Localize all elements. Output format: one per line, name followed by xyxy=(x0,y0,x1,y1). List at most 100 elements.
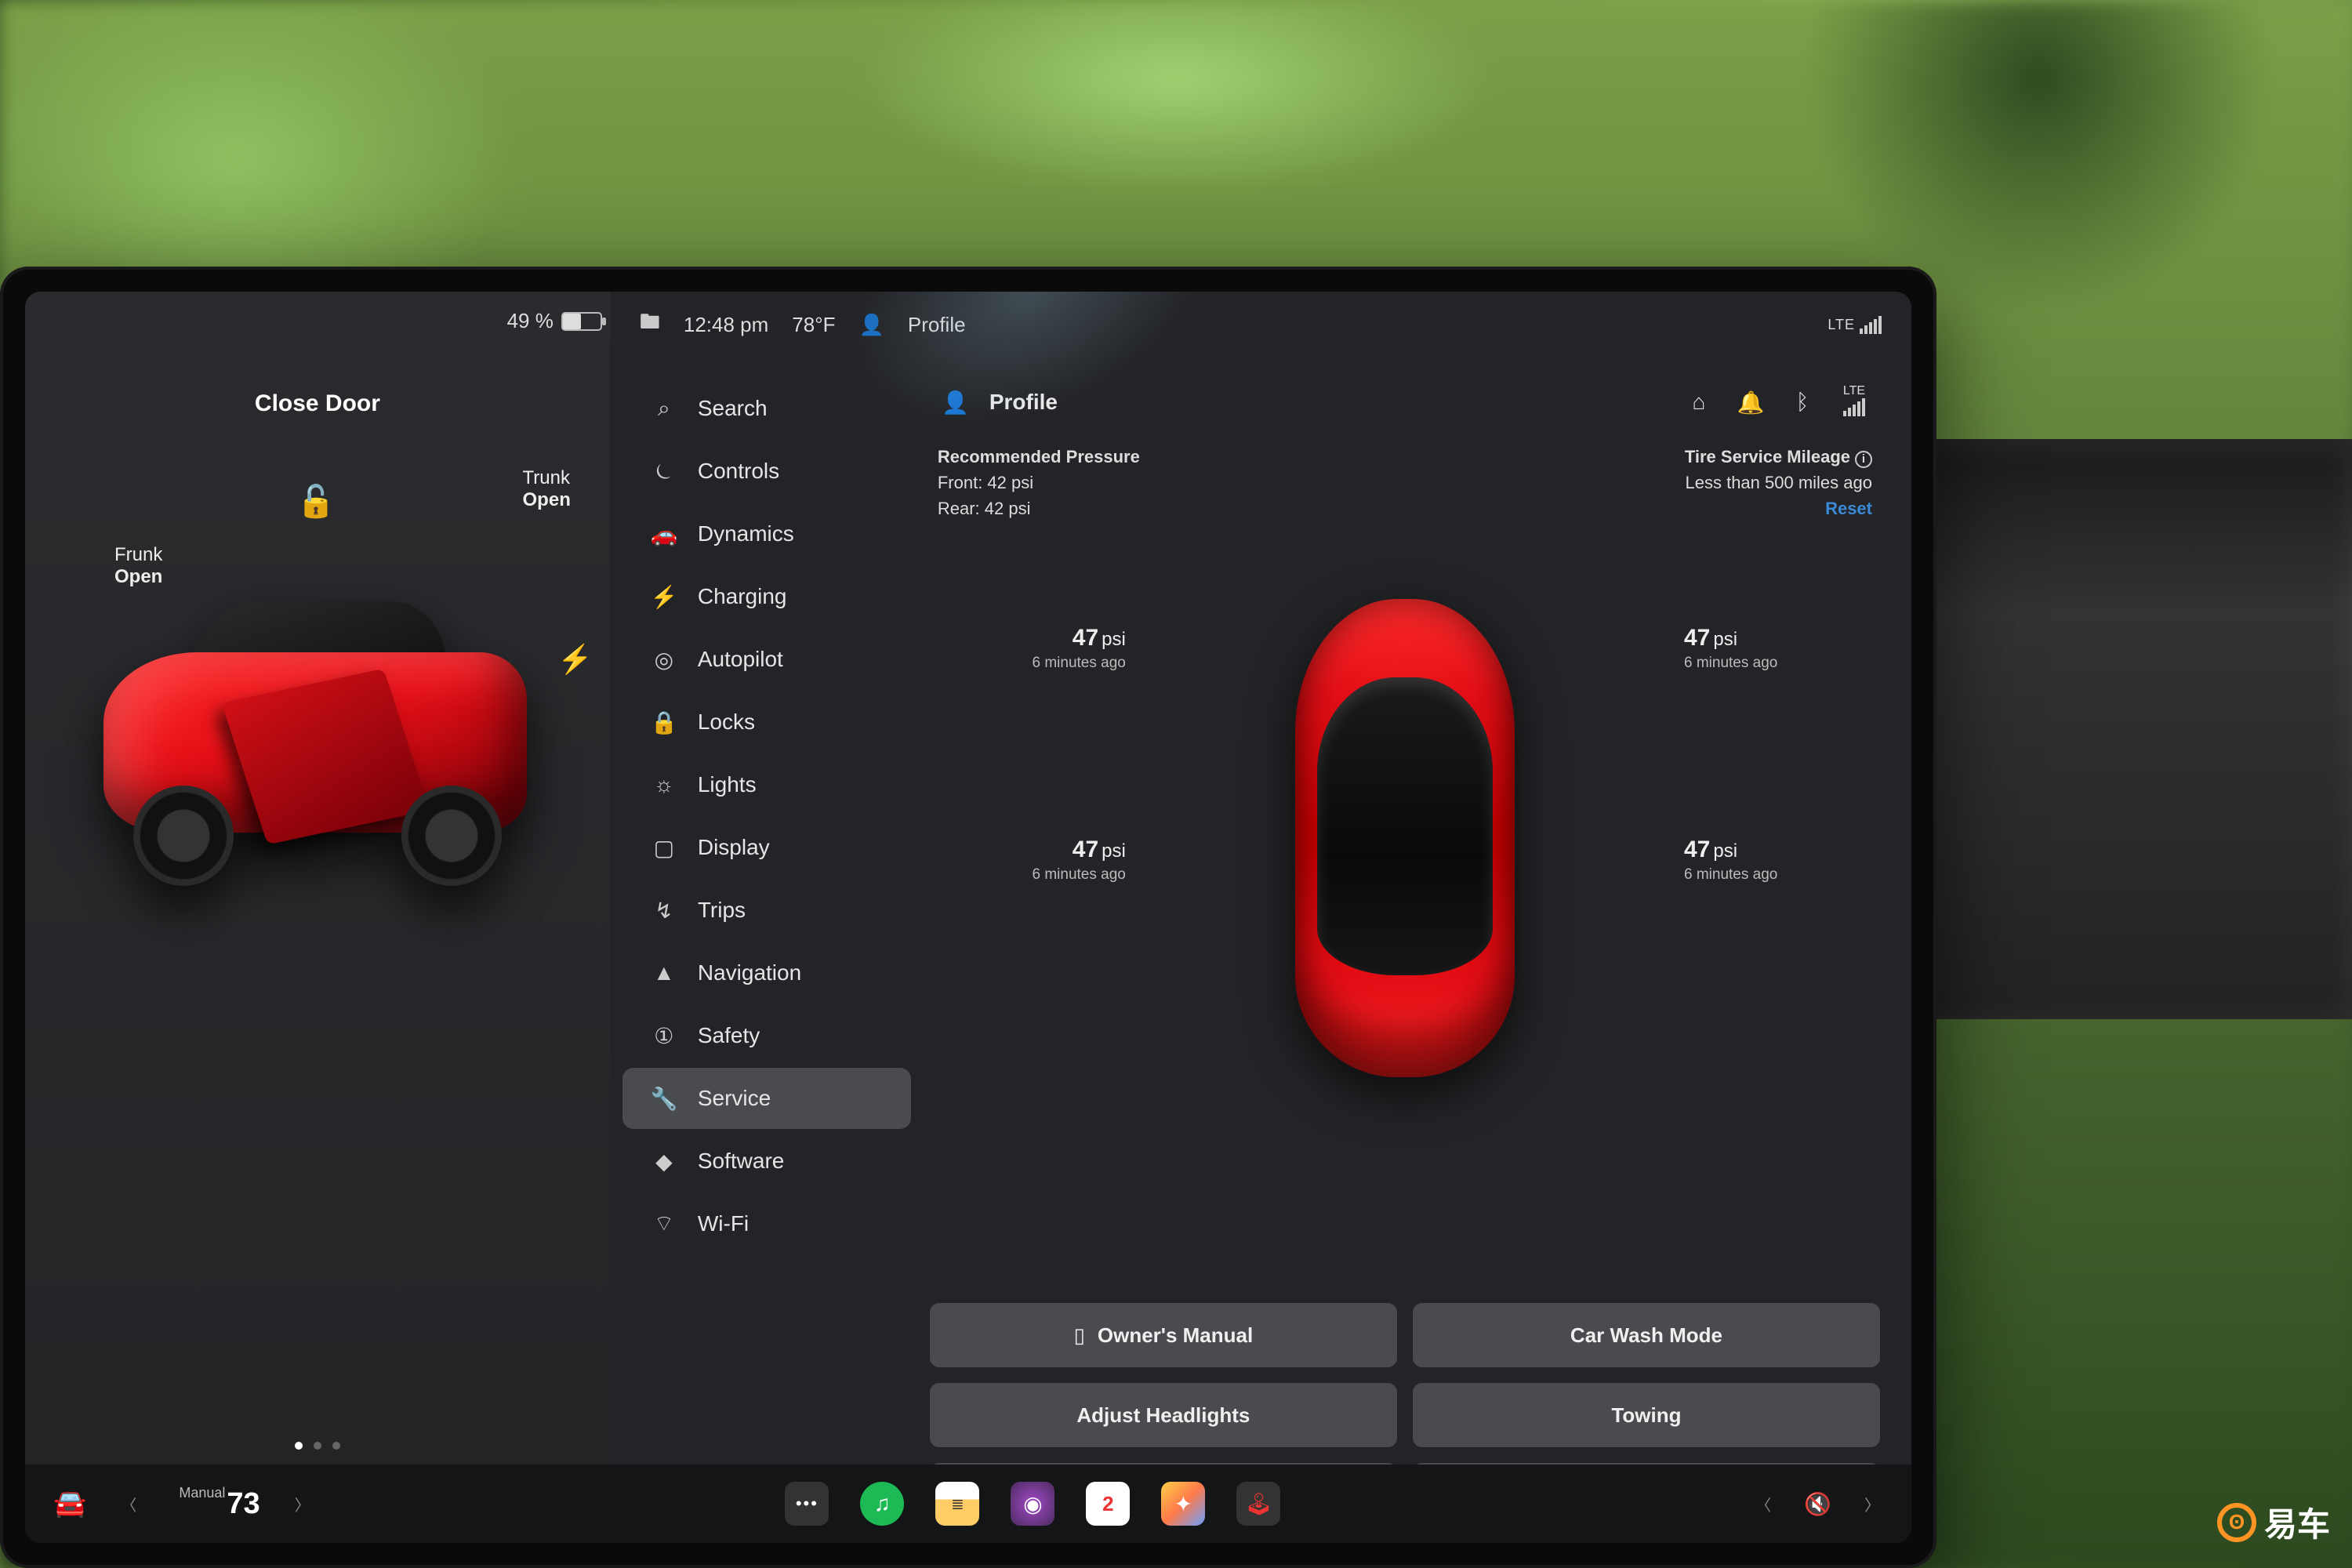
dashboard-surface xyxy=(1866,439,2352,1019)
lights-icon: ☼ xyxy=(651,772,677,797)
rec-front: Front: 42 psi xyxy=(938,470,1140,495)
creative-app-icon[interactable]: ✦ xyxy=(1161,1482,1205,1526)
charging-icon: ⚡ xyxy=(651,584,677,610)
sidebar-item-locks[interactable]: 🔒Locks xyxy=(622,691,911,753)
sidebar-item-label: Search xyxy=(698,396,768,421)
charge-bolt-icon[interactable]: ⚡ xyxy=(557,643,593,676)
vol-down-icon[interactable]: 〈 xyxy=(1752,1493,1774,1515)
settings-pane: 🖿 12:48 pm 78°F 👤 Profile LTE ⌕ Search ⏾Co… xyxy=(610,292,1911,1543)
tire-pressure-diagram: 47psi 6 minutes ago 47psi 6 minutes ago … xyxy=(930,539,1880,1287)
tire-front-right: 47psi 6 minutes ago xyxy=(1684,625,1817,672)
sidebar-item-label: Service xyxy=(698,1086,771,1111)
profile-label[interactable]: Profile xyxy=(989,390,1058,415)
signal-icon[interactable]: LTE xyxy=(1836,384,1872,420)
arcade-icon[interactable]: 🕹 xyxy=(1236,1482,1280,1526)
navigation-icon: ▲ xyxy=(651,960,677,985)
display-icon: ▢ xyxy=(651,835,677,861)
sidebar-item-service[interactable]: 🔧 Service xyxy=(622,1068,911,1129)
search-icon: ⌕ xyxy=(651,396,677,422)
climate-value: 73 xyxy=(227,1487,260,1521)
service-icon: 🔧 xyxy=(651,1086,677,1112)
folder-icon[interactable]: 🖿 xyxy=(640,307,660,342)
safety-icon: ① xyxy=(651,1023,677,1049)
person-icon[interactable]: 👤 xyxy=(858,313,884,337)
trunk-callout[interactable]: Trunk Open xyxy=(523,467,571,511)
sidebar-item-label: Lights xyxy=(698,772,757,797)
sidebar-item-label: Autopilot xyxy=(698,647,783,672)
home-icon[interactable]: ⌂ xyxy=(1681,390,1717,415)
bell-icon[interactable]: 🔔 xyxy=(1733,390,1769,416)
temp-down-icon[interactable]: 〈 xyxy=(118,1493,140,1515)
battery-status: 49 % xyxy=(507,309,602,333)
rec-title: Recommended Pressure xyxy=(938,444,1140,470)
sidebar-item-software[interactable]: ◆Software xyxy=(622,1131,911,1192)
trips-icon: ↯ xyxy=(651,898,677,924)
vol-up-icon[interactable]: 〉 xyxy=(1861,1493,1883,1515)
sidebar-item-display[interactable]: ▢ Display xyxy=(622,817,911,878)
trunk-label: Trunk xyxy=(523,467,570,488)
reset-link[interactable]: Reset xyxy=(1685,495,1872,521)
sidebar-item-controls[interactable]: ⏾Controls xyxy=(622,441,911,502)
sidebar-item-label: Charging xyxy=(698,584,787,609)
locks-icon: 🔒 xyxy=(651,710,677,735)
temp-up-icon[interactable]: 〉 xyxy=(292,1493,314,1515)
wi-fi-icon: ⌔ xyxy=(651,1210,677,1238)
adjust-headlights-button[interactable]: Adjust Headlights xyxy=(930,1383,1397,1447)
camera-app-icon[interactable]: ◉ xyxy=(1011,1482,1054,1526)
calendar-app-icon[interactable]: 2 xyxy=(1086,1482,1130,1526)
dock-right-icons: 〈 🔇 〉 xyxy=(1752,1491,1883,1517)
spotify-icon[interactable]: ♫ xyxy=(860,1482,904,1526)
climate-temp[interactable]: Manual 73 xyxy=(179,1487,260,1521)
sidebar-item-wi-fi[interactable]: ⌔Wi-Fi xyxy=(622,1193,911,1254)
service-panel: 👤 Profile ⌂ 🔔 ᛒ LTE Recommended Pressure… xyxy=(924,358,1911,1543)
unlock-icon[interactable]: 🔓 xyxy=(296,483,336,520)
sidebar-item-charging[interactable]: ⚡ Charging xyxy=(622,566,911,627)
info-icon[interactable]: i xyxy=(1855,451,1872,468)
volume-mute-icon[interactable]: 🔇 xyxy=(1804,1491,1831,1517)
controls-icon: ⏾ xyxy=(651,459,677,485)
sidebar-item-label: Display xyxy=(698,835,770,860)
app-drawer-icon[interactable]: ••• xyxy=(785,1482,829,1526)
book-icon: ▯ xyxy=(1074,1323,1085,1348)
svc-title: Tire Service Mileage xyxy=(1685,447,1850,466)
person-icon[interactable]: 👤 xyxy=(938,390,974,416)
car-3d-view[interactable]: 🔓 ⚡ Frunk Open Trunk Open xyxy=(25,441,610,1432)
battery-pct: 49 % xyxy=(507,309,554,333)
tire-front-left: 47psi 6 minutes ago xyxy=(993,625,1126,672)
clock: 12:48 pm xyxy=(684,313,768,337)
car-top-render xyxy=(1295,599,1515,1077)
sidebar-item-trips[interactable]: ↯Trips xyxy=(622,880,911,941)
pressure-info-row: Recommended Pressure Front: 42 psi Rear:… xyxy=(930,444,1880,531)
page-dots[interactable] xyxy=(25,1442,610,1450)
car-wash-button[interactable]: Car Wash Mode xyxy=(1413,1303,1880,1367)
tire-rear-left: 47psi 6 minutes ago xyxy=(993,837,1126,884)
profile-top-label[interactable]: Profile xyxy=(908,313,966,337)
touchscreen-bezel: 49 % Close Door 🔓 ⚡ Frunk Open Trunk Ope… xyxy=(0,267,1936,1568)
watermark-icon: ʘ xyxy=(2217,1503,2256,1542)
software-icon: ◆ xyxy=(651,1149,677,1174)
battery-icon xyxy=(561,312,602,331)
car-dock-icon[interactable]: 🚘 xyxy=(53,1488,86,1519)
network-status: LTE xyxy=(1828,316,1882,334)
car-render xyxy=(72,558,558,919)
tire-service-mileage: Tire Service Mileagei Less than 500 mile… xyxy=(1685,444,1872,521)
rec-rear: Rear: 42 psi xyxy=(938,495,1140,521)
autopilot-icon: ◎ xyxy=(651,647,677,673)
sidebar-item-navigation[interactable]: ▲ Navigation xyxy=(622,942,911,1004)
notes-app-icon[interactable]: ≣ xyxy=(935,1482,979,1526)
bluetooth-icon[interactable]: ᛒ xyxy=(1784,390,1820,415)
sidebar-item-lights[interactable]: ☼ Lights xyxy=(622,754,911,815)
top-bar: 🖿 12:48 pm 78°F 👤 Profile LTE xyxy=(610,292,1911,358)
sidebar-item-search[interactable]: ⌕ Search xyxy=(622,378,911,439)
touchscreen: 49 % Close Door 🔓 ⚡ Frunk Open Trunk Ope… xyxy=(25,292,1911,1543)
sidebar-item-autopilot[interactable]: ◎ Autopilot xyxy=(622,629,911,690)
sidebar-item-dynamics[interactable]: 🚗Dynamics xyxy=(622,503,911,564)
towing-button[interactable]: Towing xyxy=(1413,1383,1880,1447)
close-door-label[interactable]: Close Door xyxy=(25,390,610,417)
sidebar-item-label: Navigation xyxy=(698,960,801,985)
vehicle-pane: 49 % Close Door 🔓 ⚡ Frunk Open Trunk Ope… xyxy=(25,292,610,1543)
owners-manual-button[interactable]: ▯Owner's Manual xyxy=(930,1303,1397,1367)
dock: 🚘 〈 Manual 73 〉 ••• ♫ ≣ ◉ 2 ✦ 🕹 〈 🔇 〉 xyxy=(25,1465,1911,1543)
settings-content: ⌕ Search ⏾Controls🚗Dynamics ⚡ Charging ◎ Autop… xyxy=(610,358,1911,1543)
sidebar-item-safety[interactable]: ①Safety xyxy=(622,1005,911,1066)
